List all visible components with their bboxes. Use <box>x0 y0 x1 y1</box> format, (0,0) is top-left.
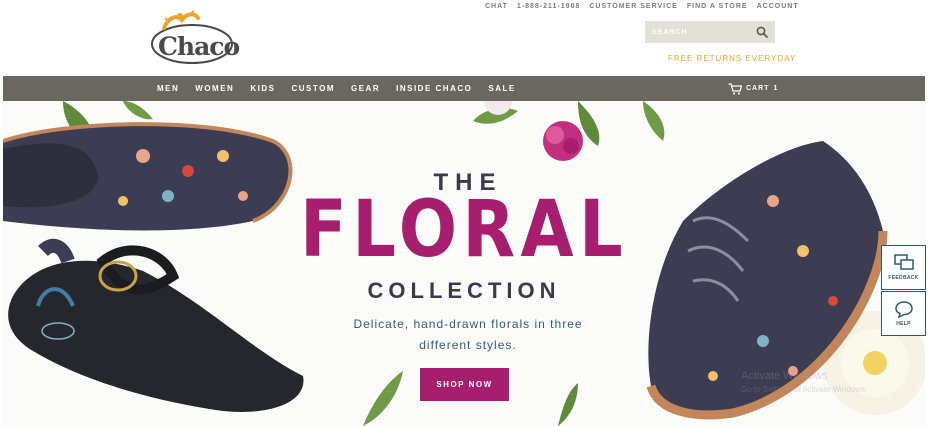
watermark-line-1: Activate Windows <box>741 370 828 382</box>
free-returns-banner[interactable]: FREE RETURNS EVERYDAY <box>668 54 796 63</box>
page: Chaco CHAT 1-888-211-1908 CUSTOMER SERVI… <box>0 0 928 426</box>
cart-icon <box>728 82 742 94</box>
utility-nav: CHAT 1-888-211-1908 CUSTOMER SERVICE FIN… <box>485 3 799 10</box>
os-watermark: Activate Windows Go to Settings to activ… <box>741 369 867 397</box>
nav-item-kids[interactable]: KIDS <box>250 84 275 93</box>
shop-now-button[interactable]: SHOP NOW <box>420 368 509 401</box>
chaco-logo[interactable]: Chaco <box>150 10 240 66</box>
account-link[interactable]: ACCOUNT <box>757 3 799 10</box>
search-box <box>645 21 775 43</box>
find-a-store-link[interactable]: FIND A STORE <box>687 3 748 10</box>
main-nav: MEN WOMEN KIDS CUSTOM GEAR INSIDE CHACO … <box>3 76 925 101</box>
feedback-widget[interactable]: FEEDBACK <box>881 245 926 290</box>
search-icon[interactable] <box>756 26 768 38</box>
cart-label: CART <box>746 85 770 92</box>
watermark-line-2: Go to Settings to activate Windows. <box>741 385 868 394</box>
leaf-decoration <box>558 383 578 426</box>
nav-item-inside-chaco[interactable]: INSIDE CHACO <box>396 84 472 93</box>
nav-item-sale[interactable]: SALE <box>488 84 515 93</box>
customer-service-link[interactable]: CUSTOMER SERVICE <box>589 3 677 10</box>
black-sandal <box>8 238 304 412</box>
nav-item-custom[interactable]: CUSTOM <box>291 84 335 93</box>
cart-button[interactable]: CART 1 <box>728 82 778 95</box>
site-header: Chaco CHAT 1-888-211-1908 CUSTOMER SERVI… <box>0 0 928 76</box>
help-label: HELP <box>896 321 911 327</box>
hero-title-main: FLORAL <box>300 185 628 275</box>
cart-count: 1 <box>773 85 779 92</box>
chat-link[interactable]: CHAT <box>485 3 508 10</box>
hero-description: Delicate, hand-drawn florals in three di… <box>353 317 583 352</box>
phone-link[interactable]: 1-888-211-1908 <box>517 3 580 10</box>
feedback-label: FEEDBACK <box>888 275 919 281</box>
leaf-decoration <box>363 371 403 426</box>
leaf-decoration <box>123 101 153 120</box>
nav-item-women[interactable]: WOMEN <box>195 84 234 93</box>
logo-text: Chaco <box>158 32 240 61</box>
nav-items: MEN WOMEN KIDS CUSTOM GEAR INSIDE CHACO … <box>157 76 516 101</box>
feedback-icon <box>893 254 914 270</box>
nav-item-gear[interactable]: GEAR <box>351 84 380 93</box>
hero-banner: THE FLORAL COLLECTION Delicate, hand-dra… <box>3 101 925 426</box>
leaf-decoration <box>643 101 665 141</box>
search-input[interactable] <box>645 28 750 36</box>
pink-peony <box>543 121 583 161</box>
chat-bubble-icon <box>894 301 913 318</box>
help-widget[interactable]: HELP <box>881 291 926 336</box>
nav-item-men[interactable]: MEN <box>157 84 179 93</box>
hero-title-bottom: COLLECTION <box>367 278 561 303</box>
